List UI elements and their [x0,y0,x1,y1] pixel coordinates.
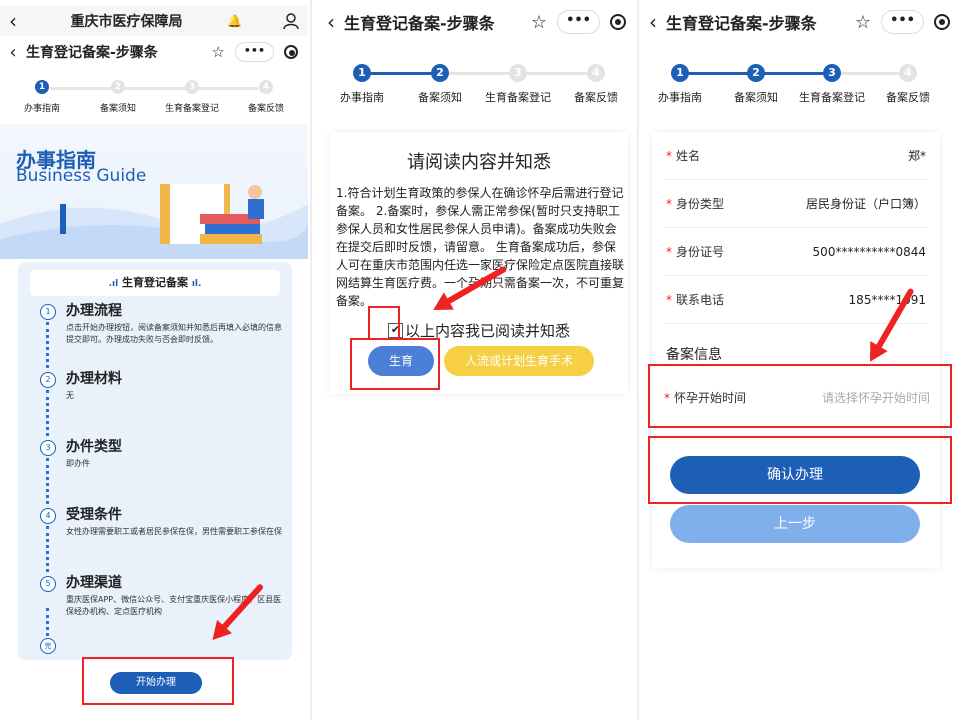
annotation-box-button [350,338,440,390]
user-icon[interactable] [282,12,300,30]
back-arrow-icon[interactable]: ‹ [318,10,344,34]
annotation-box-date [648,364,952,428]
notice-text: 1.符合计划生育政策的参保人在确诊怀孕后需进行登记备案。 2.备案时，参保人需正… [336,186,625,308]
top-bar: ‹ 重庆市医疗保障局 🔔 [0,6,308,36]
step-3: 3 生育备案登记 [164,80,219,114]
nav-bar: ‹ 生育登记备案-步骤条 ☆ ••• [318,2,636,42]
more-icon[interactable]: ••• [234,42,274,62]
star-icon[interactable]: ☆ [531,12,547,33]
notice-title: 请阅读内容并知悉 [407,152,551,173]
annotation-box-confirm [648,436,952,504]
row-id-type: * 身份类型 居民身份证（户口簿） [666,180,926,228]
step-2: 2 备案须知 [99,80,136,114]
panel-register: ‹ 生育登记备案-步骤条 ☆ ••• 1 办事指南 2 备案须知 3 生育备案登… [640,0,960,720]
target-icon[interactable] [284,45,298,59]
annotation-box-checkbox [368,306,400,340]
row-name: * 姓名 郑* [666,132,926,180]
card-header: .ıl 生育登记备案 ıl. [30,270,280,296]
top-bar-title: 重庆市医疗保障局 [70,14,183,30]
step-2: 2 备案须知 [418,64,462,104]
row-phone: * 联系电话 185****1091 [666,276,926,324]
step-1: 1 办事指南 [340,64,384,104]
star-icon[interactable]: ☆ [855,12,871,33]
step-4: 4 备案反馈 [247,80,284,114]
step-3: 3 生育备案登记 [799,64,865,104]
back-arrow-icon[interactable]: ‹ [0,9,26,33]
hero-banner: 办事指南 Business Guide [0,124,308,259]
back-arrow-icon[interactable]: ‹ [0,42,26,63]
step-1: 1 办事指南 [658,64,702,104]
hero-subtitle: Business Guide [16,166,147,186]
nav-title: 生育登记备案-步骤条 [344,14,495,33]
hero-illustration [0,184,308,259]
stepper: 1 办事指南 2 备案须知 3 生育备案登记 4 备案反馈 [318,64,636,112]
prev-button[interactable]: 上一步 [670,505,920,543]
target-icon[interactable] [934,14,950,30]
back-arrow-icon[interactable]: ‹ [640,10,666,34]
more-icon[interactable]: ••• [557,10,600,34]
star-icon[interactable]: ☆ [211,43,224,61]
section-title: 备案信息 [666,347,722,363]
stepper: 1 办事指南 2 备案须知 3 生育备案登记 4 备案反馈 [0,80,308,128]
step-3: 3 生育备案登记 [485,64,551,104]
stepper: 1 办事指南 2 备案须知 3 生育备案登记 4 备案反馈 [640,64,960,112]
nav-title: 生育登记备案-步骤条 [666,14,817,33]
step-1: 1 办事指南 [23,80,60,114]
more-icon[interactable]: ••• [881,10,924,34]
panel-notice: ‹ 生育登记备案-步骤条 ☆ ••• 1 办事指南 2 备案须知 3 生育备案登… [318,0,636,720]
target-icon[interactable] [610,14,626,30]
bell-icon: 🔔 [227,14,242,28]
step-2: 2 备案须知 [734,64,778,104]
panel-guide: ‹ 重庆市医疗保障局 🔔 ‹ 生育登记备案-步骤条 ☆ ••• 1 办事指南 2… [0,0,308,720]
nav-bar: ‹ 生育登记备案-步骤条 ☆ ••• [0,36,308,68]
step-4: 4 备案反馈 [886,64,930,104]
annotation-box [82,657,234,705]
nav-bar: ‹ 生育登记备案-步骤条 ☆ ••• [640,2,960,42]
abortion-button[interactable]: 人流或计划生育手术 [444,346,594,376]
nav-title: 生育登记备案-步骤条 [26,45,158,61]
step-4: 4 备案反馈 [574,64,618,104]
row-id-number: * 身份证号 500**********0844 [666,228,926,276]
